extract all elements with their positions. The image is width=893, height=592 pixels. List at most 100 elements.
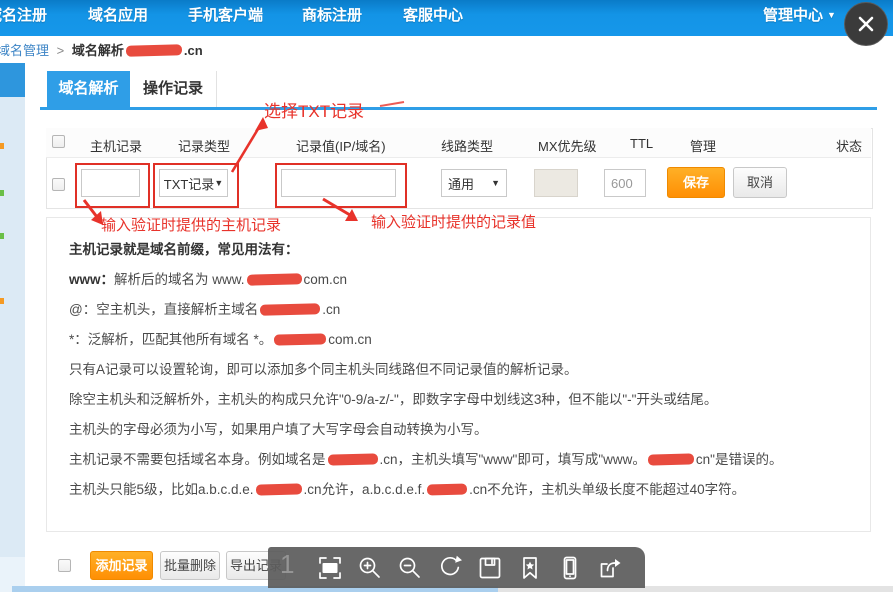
- help-text-segment: 只有A记录可以设置轮询，即可以添加多个同主机头同线路但不同记录值的解析记录。: [69, 362, 578, 377]
- help-text-segment: .cn: [322, 302, 340, 317]
- col-header-status: 状态: [836, 136, 862, 155]
- background-sidebar-sliver: [0, 97, 25, 557]
- help-line: 只有A记录可以设置轮询，即可以添加多个同主机头同线路但不同记录值的解析记录。: [69, 360, 852, 379]
- add-record-button[interactable]: 添加记录: [90, 551, 153, 580]
- close-icon: [856, 14, 876, 34]
- fit-screen-icon[interactable]: [317, 555, 343, 581]
- nav-item-trademark[interactable]: 商标注册: [302, 4, 362, 25]
- help-line: www：解析后的域名为 www. com.cn: [69, 270, 852, 289]
- row-checkbox[interactable]: [52, 178, 65, 191]
- redacted-domain: [255, 483, 301, 495]
- annotation-value-hint: 输入验证时提供的记录值: [371, 211, 536, 232]
- help-text-segment: .cn允许，a.b.c.d.e.f.: [304, 482, 426, 497]
- zoom-out-icon[interactable]: [397, 555, 423, 581]
- col-header-type: 记录类型: [178, 136, 230, 155]
- cancel-button[interactable]: 取消: [733, 167, 787, 198]
- breadcrumb-separator: >: [57, 43, 65, 58]
- help-text-segment: com.cn: [304, 272, 348, 287]
- redacted-domain: [648, 453, 694, 465]
- mx-priority-input: [534, 169, 578, 197]
- col-header-ttl: TTL: [630, 136, 653, 151]
- viewer-counter: 1: [280, 549, 294, 580]
- breadcrumb-current: 域名解析: [72, 43, 124, 58]
- host-record-input[interactable]: [81, 169, 140, 197]
- help-text: 主机记录就是域名前缀，常见用法有： www：解析后的域名为 www. com.cn @…: [69, 240, 852, 510]
- help-text-segment: cn"是错误的。: [696, 452, 783, 467]
- help-box: 主机记录就是域名前缀，常见用法有： www：解析后的域名为 www. com.cn @…: [46, 217, 871, 532]
- image-viewer-toolbar: 1: [268, 547, 645, 588]
- close-button[interactable]: [844, 2, 888, 46]
- domain-resolution-page: 域名注册 域名应用 手机客户端 商标注册 客服中心 管理中心 ▼ 域名管理 > 域…: [0, 0, 893, 592]
- tab-operation-log[interactable]: 操作记录: [130, 71, 217, 107]
- share-icon[interactable]: [597, 555, 623, 581]
- record-type-select[interactable]: TXT记录▼: [159, 169, 228, 197]
- batch-delete-button[interactable]: 批量删除: [160, 551, 220, 580]
- help-text-segment: 除空主机头和泛解析外，主机头的构成只允许"0-9/a-z/-"，即数字字母中划线…: [69, 392, 717, 407]
- line-type-value: 通用: [448, 174, 474, 193]
- help-text-segment: .cn不允许，主机头单级长度不能超过40字符。: [469, 482, 745, 497]
- col-header-value: 记录值(IP/域名): [296, 136, 386, 155]
- nav-item-domain-apps[interactable]: 域名应用: [88, 4, 148, 25]
- breadcrumb-domain-management[interactable]: 域名管理: [0, 43, 49, 58]
- select-all-checkbox[interactable]: [52, 135, 65, 148]
- device-icon[interactable]: [557, 555, 583, 581]
- breadcrumb-suffix: .cn: [184, 43, 203, 58]
- background-banner-sliver: [0, 63, 25, 97]
- manage-center-label: 管理中心: [763, 7, 823, 24]
- help-text-segment: *：泛解析，匹配其他所有域名 *。: [69, 332, 272, 347]
- redacted-domain: [327, 453, 377, 465]
- tab-domain-resolution[interactable]: 域名解析: [47, 71, 130, 107]
- background-dot: [0, 143, 4, 149]
- help-line: 主机头只能5级，比如a.b.c.d.e. .cn允许，a.b.c.d.e.f. .c…: [69, 480, 852, 499]
- help-text-segment: 主机头的字母必须为小写，如果用户填了大写字母会自动转换为小写。: [69, 422, 488, 437]
- annotation-select-txt: 选择TXT记录: [264, 97, 364, 122]
- redacted-domain: [126, 44, 182, 56]
- help-text-segment: com.cn: [328, 332, 372, 347]
- help-text-segment: 解析后的域名为 www.: [114, 272, 245, 287]
- record-value-input[interactable]: [281, 169, 396, 197]
- help-line: *：泛解析，匹配其他所有域名 *。 com.cn: [69, 330, 852, 349]
- help-text-segment: @：空主机头，直接解析主域名: [69, 302, 258, 317]
- bookmark-icon[interactable]: [517, 555, 543, 581]
- redacted-domain: [427, 483, 467, 495]
- col-header-host: 主机记录: [90, 136, 142, 155]
- nav-item-mobile-client[interactable]: 手机客户端: [188, 4, 263, 25]
- help-text-segment: 主机头只能5级，比如a.b.c.d.e.: [69, 482, 254, 497]
- col-header-manage: 管理: [690, 136, 716, 155]
- background-dot: [0, 190, 4, 196]
- nav-item-manage-center[interactable]: 管理中心 ▼: [763, 4, 836, 25]
- help-line: 主机记录不需要包括域名本身。例如域名是 .cn，主机头填写"www"即可，填写成"…: [69, 450, 852, 469]
- background-dot: [0, 298, 4, 304]
- redacted-domain: [274, 333, 326, 345]
- help-line: 主机头的字母必须为小写，如果用户填了大写字母会自动转换为小写。: [69, 420, 852, 439]
- save-icon[interactable]: [477, 555, 503, 581]
- col-header-mx: MX优先级: [538, 136, 597, 155]
- record-type-value: TXT记录: [164, 174, 215, 193]
- top-nav: 域名注册 域名应用 手机客户端 商标注册 客服中心 管理中心 ▼: [0, 0, 893, 36]
- help-line: @：空主机头，直接解析主域名 .cn: [69, 300, 852, 319]
- zoom-in-icon[interactable]: [357, 555, 383, 581]
- chevron-down-icon: ▼: [827, 10, 836, 20]
- nav-item-support[interactable]: 客服中心: [403, 4, 463, 25]
- line-type-select[interactable]: 通用 ▼: [441, 169, 507, 197]
- nav-item-domain-register[interactable]: 域名注册: [0, 4, 47, 25]
- footer-select-all-checkbox[interactable]: [58, 559, 71, 572]
- help-text-segment: .cn，主机头填写"www"即可，填写成"www。: [380, 452, 646, 467]
- help-text-segment: www：: [69, 272, 114, 287]
- background-dot: [0, 233, 4, 239]
- rotate-icon[interactable]: [437, 555, 463, 581]
- save-button[interactable]: 保存: [667, 167, 725, 198]
- tab-underline: [40, 107, 877, 110]
- chevron-down-icon: ▼: [214, 178, 223, 188]
- help-line: 主机记录就是域名前缀，常见用法有：: [69, 240, 852, 259]
- help-line: 除空主机头和泛解析外，主机头的构成只允许"0-9/a-z/-"，即数字字母中划线…: [69, 390, 852, 409]
- help-text-segment: 主机记录就是域名前缀，常见用法有：: [69, 242, 299, 257]
- breadcrumb: 域名管理 > 域名解析 .cn: [0, 40, 203, 59]
- ttl-input[interactable]: [604, 169, 646, 197]
- help-text-segment: 主机记录不需要包括域名本身。例如域名是: [69, 452, 326, 467]
- annotation-host-hint: 输入验证时提供的主机记录: [101, 214, 281, 235]
- redacted-domain: [260, 303, 320, 316]
- chevron-down-icon: ▼: [491, 178, 500, 188]
- redacted-domain: [246, 273, 301, 285]
- col-header-line: 线路类型: [441, 136, 493, 155]
